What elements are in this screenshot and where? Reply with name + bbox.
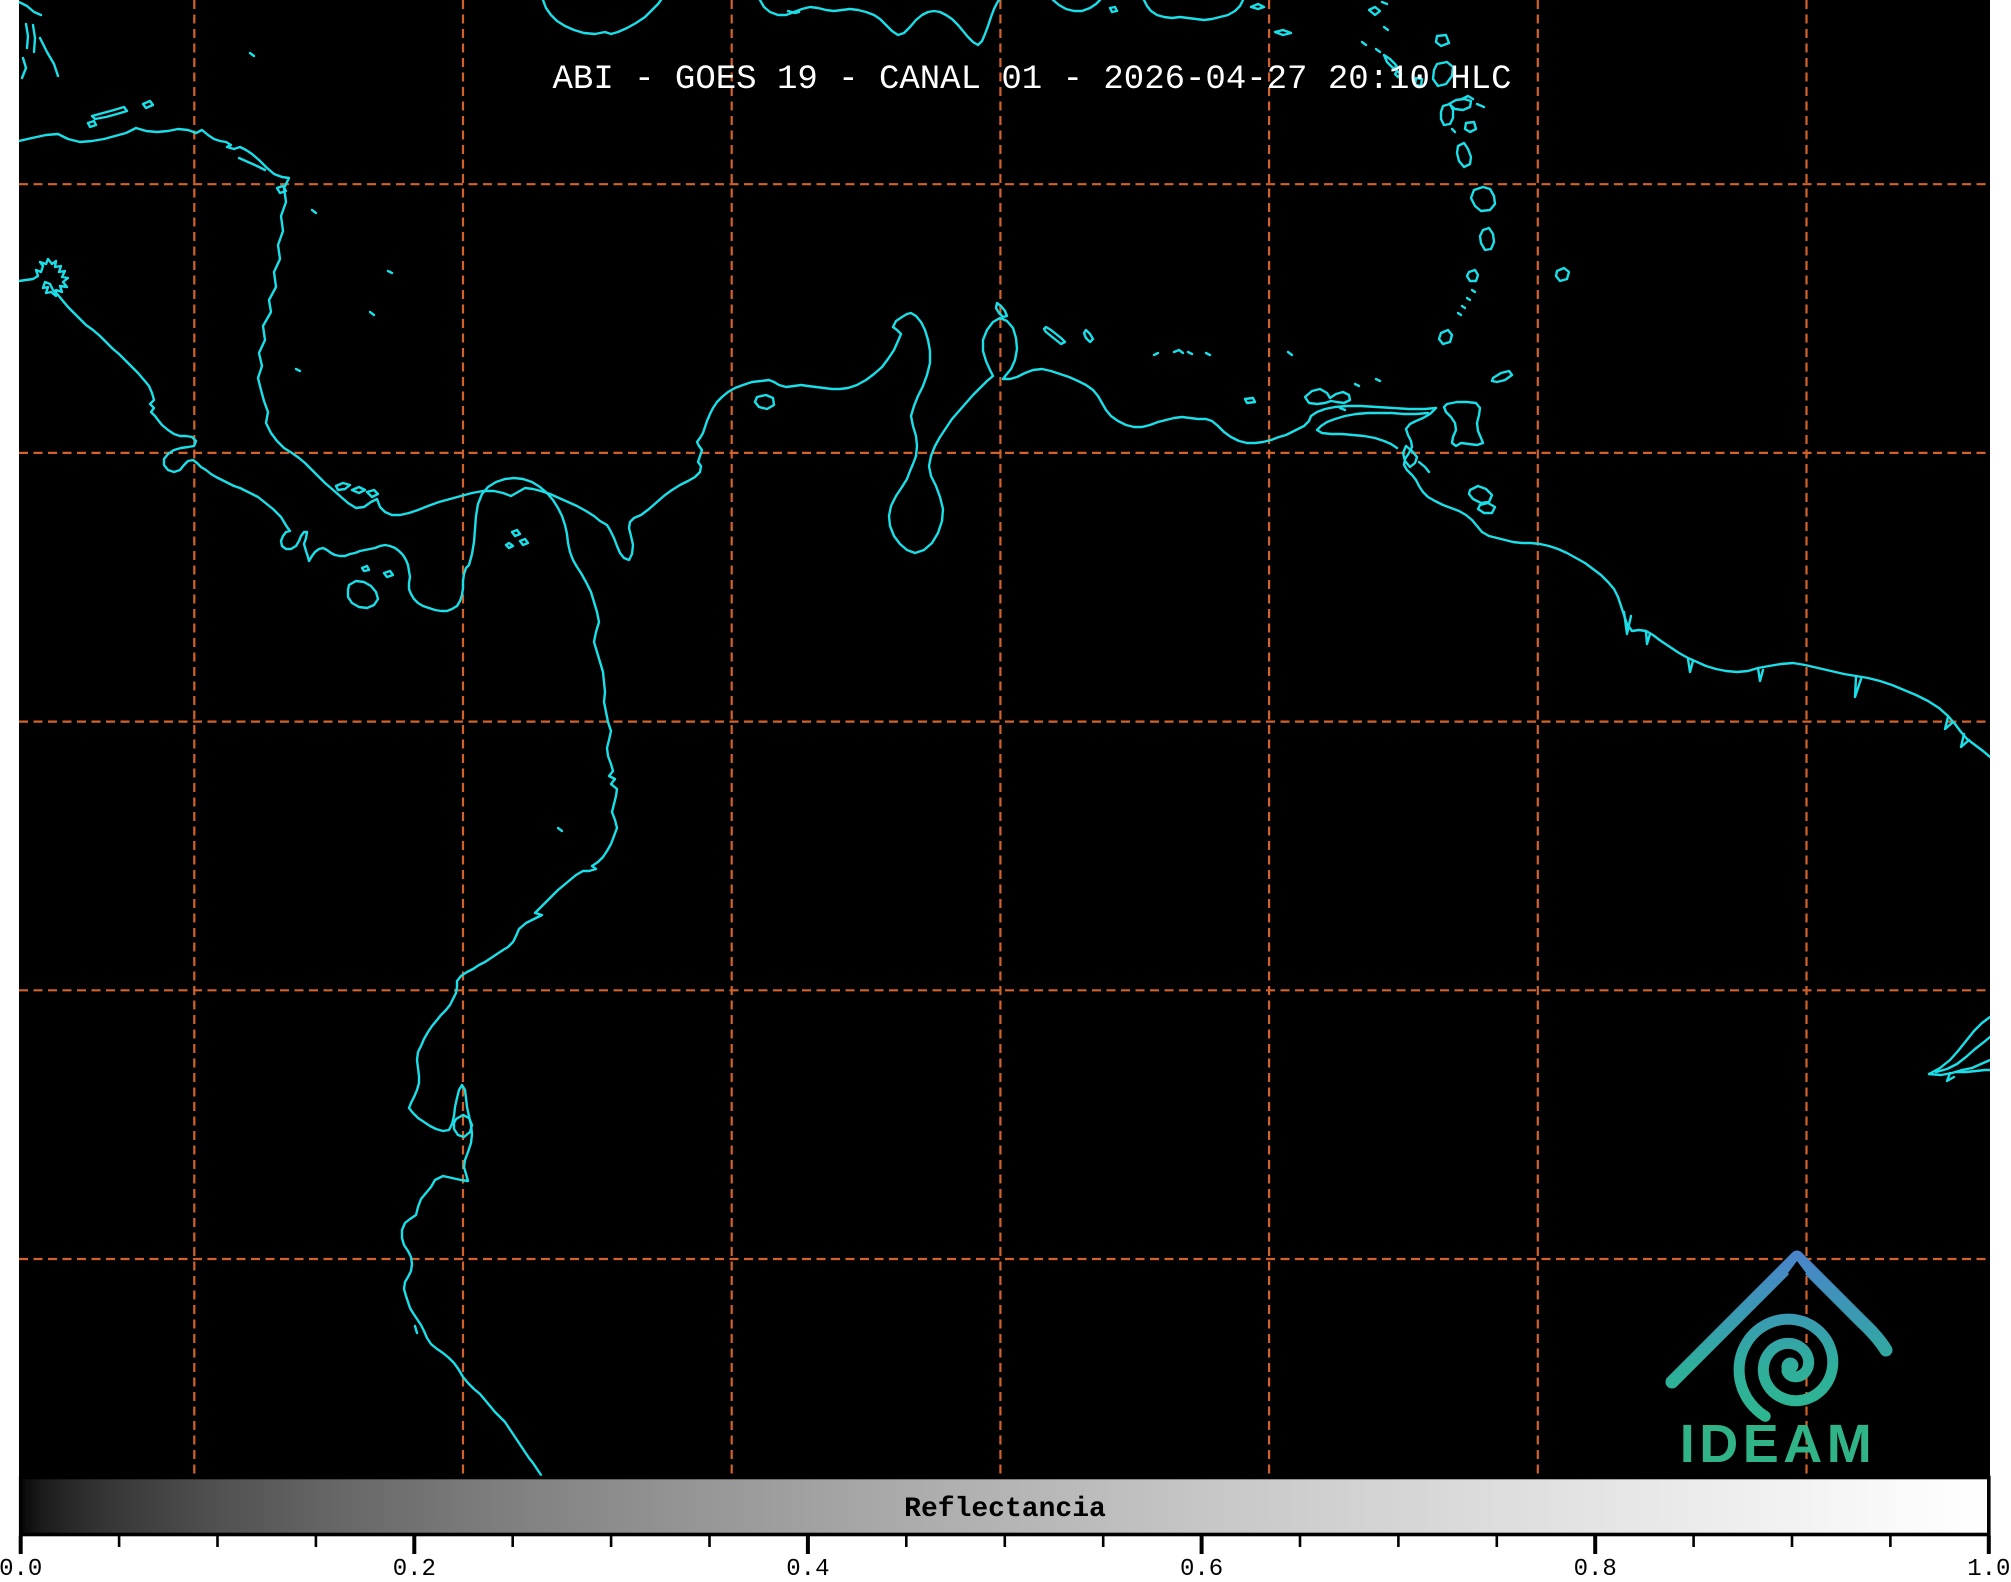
svg-text:0.2: 0.2 <box>393 1556 436 1577</box>
svg-text:IDEAM: IDEAM <box>1680 1414 1877 1474</box>
svg-text:0.0: 0.0 <box>0 1556 42 1577</box>
svg-text:Reflectancia: Reflectancia <box>904 1494 1106 1525</box>
svg-text:1.0: 1.0 <box>1967 1556 2010 1577</box>
svg-text:ABI - GOES 19 - CANAL 01 - 202: ABI - GOES 19 - CANAL 01 - 2026-04-27 20… <box>553 61 1512 99</box>
svg-text:0.6: 0.6 <box>1180 1556 1223 1577</box>
svg-text:0.8: 0.8 <box>1574 1556 1617 1577</box>
svg-text:0.4: 0.4 <box>786 1556 829 1577</box>
